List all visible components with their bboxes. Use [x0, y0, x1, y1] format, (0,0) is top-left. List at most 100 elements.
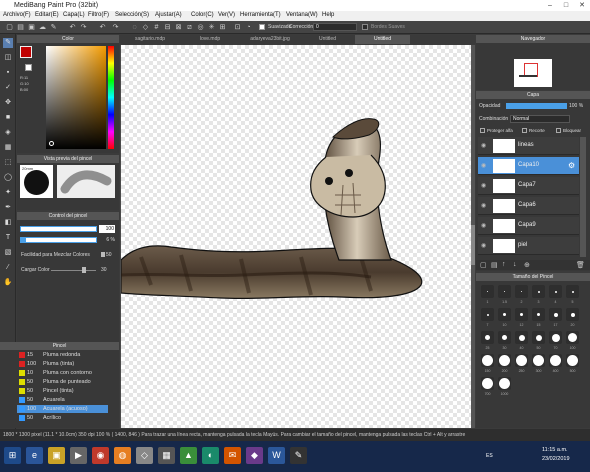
ie-icon[interactable]: e [26, 447, 43, 464]
visibility-eye-icon[interactable]: ◉ [481, 142, 486, 149]
brush-size-cell[interactable]: 400 [549, 354, 562, 373]
layer-row[interactable]: ◉ piel [478, 237, 579, 255]
visibility-eye-icon[interactable]: ◉ [481, 242, 486, 249]
brush-size-cell[interactable]: 200 [498, 354, 511, 373]
layer-row[interactable]: ◉ lineas [478, 137, 579, 155]
lock-checkbox[interactable] [556, 128, 561, 133]
hue-slider[interactable] [108, 46, 114, 149]
brush-size-cell[interactable]: 40 [515, 331, 528, 350]
magic-wand-icon[interactable]: ✦ [3, 188, 13, 198]
brush-size-cell[interactable]: 7 [481, 308, 494, 327]
tab-love[interactable]: love.mdp [180, 35, 240, 44]
secondary-color-swatch[interactable] [25, 64, 32, 71]
clock-date[interactable]: 23/02/2019 [542, 456, 570, 462]
brush-size-cell[interactable]: 1 [481, 285, 494, 304]
app-icon-f[interactable]: ◆ [246, 447, 263, 464]
eyedropper-icon[interactable]: ⁄ [3, 263, 13, 273]
brush-size-cell[interactable]: 1.5 [498, 285, 511, 304]
redo-icon[interactable]: ↷ [79, 23, 88, 32]
brush-list-item[interactable]: 15 Pluma redonda [17, 351, 108, 359]
app-icon-d[interactable]: ◐ [202, 447, 219, 464]
snap-diag-icon[interactable]: ⧄ [185, 23, 194, 32]
layer-settings-icon[interactable]: ⚙ [568, 161, 575, 170]
brush-list-item[interactable]: 50 Acrílico [17, 414, 108, 422]
medibang-icon[interactable]: ✎ [290, 447, 307, 464]
size-slider[interactable] [20, 226, 97, 232]
correction-select[interactable]: 0 [313, 23, 357, 31]
gradient-icon[interactable]: ▦ [3, 143, 13, 153]
folder-icon[interactable]: ▣ [48, 447, 65, 464]
brush-size-cell[interactable]: 1000 [498, 377, 511, 396]
mix-slider-handle[interactable] [101, 252, 105, 257]
drawing-canvas[interactable] [120, 45, 471, 428]
snap-icon[interactable]: ⊟ [163, 23, 172, 32]
brush-list-item[interactable]: 50 Pincel (tinta) [17, 387, 108, 395]
brush-size-cell[interactable]: 12 [515, 308, 528, 327]
lasso-icon[interactable]: ◌ [130, 23, 139, 32]
layer-scrollbar[interactable] [580, 137, 586, 257]
canvas-scrollbar-thumb[interactable] [471, 225, 475, 265]
smooth-checkbox[interactable] [259, 24, 265, 30]
redo-big-icon[interactable]: ↷ [111, 23, 120, 32]
select-eraser-icon[interactable]: ◧ [3, 218, 13, 228]
brush-size-cell[interactable]: 500 [566, 354, 579, 373]
snap-circle-icon[interactable]: ◎ [196, 23, 205, 32]
tab-untitled-2[interactable]: Untitled [355, 35, 410, 44]
menu-adjust[interactable]: Ajustar(A) [155, 12, 182, 18]
firefox-icon[interactable]: ◍ [114, 447, 131, 464]
select-pen-icon[interactable]: ✒ [3, 203, 13, 213]
brush-size-cell[interactable]: 100 [566, 331, 579, 350]
brush-size-cell[interactable]: 30 [498, 331, 511, 350]
new-folder-icon[interactable]: ▤ [491, 261, 498, 269]
brush-list-item[interactable]: 50 Pluma de punteado [17, 378, 108, 386]
opacity-slider[interactable] [20, 237, 97, 243]
minimize-button[interactable]: – [542, 0, 558, 11]
menu-edit[interactable]: Editar(E) [35, 12, 59, 18]
undo-icon[interactable]: ↶ [68, 23, 77, 32]
tab-adaryeva[interactable]: adaryeva23bit.jpg [240, 35, 300, 44]
menu-layer[interactable]: Capa(L) [63, 12, 85, 18]
app-icon-c[interactable]: ▲ [180, 447, 197, 464]
undo-big-icon[interactable]: ↶ [98, 23, 107, 32]
clip-checkbox[interactable] [522, 128, 527, 133]
brush-list-item[interactable]: 10 Pluma con contorno [17, 369, 108, 377]
layer-row[interactable]: ◉ Capa10 ⚙ [478, 157, 579, 175]
brush-size-cell[interactable]: 70 [549, 331, 562, 350]
tab-sagitario[interactable]: sagitario.mdp [120, 35, 180, 44]
start-icon[interactable]: ⊞ [4, 447, 21, 464]
open-file-icon[interactable]: ▤ [16, 23, 25, 32]
navigator-thumbnail[interactable] [514, 59, 552, 87]
panel-divide-icon[interactable]: ▧ [3, 248, 13, 258]
delete-layer-icon[interactable]: 🗑 [576, 261, 585, 269]
brush-list-item[interactable]: 50 Acuarela [17, 396, 108, 404]
layer-row[interactable]: ◉ Capa6 [478, 197, 579, 215]
brush-tool-icon[interactable]: ✎ [3, 38, 13, 48]
media-icon[interactable]: ▶ [70, 447, 87, 464]
tab-untitled-1[interactable]: Untitled [300, 35, 355, 44]
move-icon[interactable]: ✥ [3, 98, 13, 108]
fill-icon[interactable]: ◈ [3, 128, 13, 138]
color-picker-area[interactable] [46, 46, 106, 149]
brush-size-cell[interactable]: 4 [549, 285, 562, 304]
load-slider-track[interactable] [51, 270, 96, 271]
menu-window[interactable]: Ventana(W) [286, 12, 318, 18]
menu-file[interactable]: Archivo(F) [3, 12, 31, 18]
load-slider-handle[interactable] [82, 267, 86, 273]
brush-size-cell[interactable]: 300 [532, 354, 545, 373]
visibility-eye-icon[interactable]: ◉ [481, 222, 486, 229]
check-icon[interactable]: ✓ [3, 83, 13, 93]
brush-size-cell[interactable]: 20 [566, 308, 579, 327]
menu-select[interactable]: Selección(S) [115, 12, 149, 18]
maximize-button[interactable]: □ [558, 0, 574, 11]
protect-alpha-checkbox[interactable] [480, 128, 485, 133]
word-icon[interactable]: W [268, 447, 285, 464]
chrome-icon[interactable]: ◉ [92, 447, 109, 464]
text-icon[interactable]: T [3, 233, 13, 243]
new-file-icon[interactable]: ▢ [5, 23, 14, 32]
hand-icon[interactable]: ✋ [3, 278, 13, 288]
visibility-eye-icon[interactable]: ◉ [481, 202, 486, 209]
lasso-select-icon[interactable]: ◯ [3, 173, 13, 183]
blend-select[interactable]: Normal [510, 115, 570, 123]
menu-tool[interactable]: Herramienta(T) [240, 12, 281, 18]
visibility-eye-icon[interactable]: ◉ [481, 182, 486, 189]
